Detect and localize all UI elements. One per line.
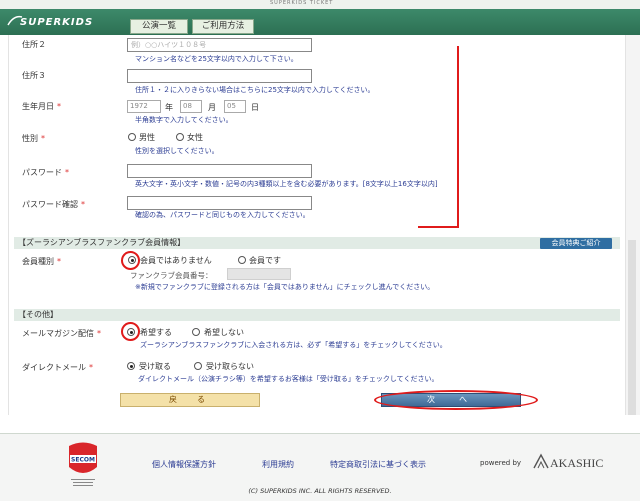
required-mark: * (57, 102, 61, 111)
birth-month-input[interactable]: 08 (180, 100, 202, 113)
address3-label: 住所３ (22, 71, 46, 80)
password-confirm-hint: 確認の為、パスワードと同じものを入力してください。 (135, 211, 310, 219)
magazine-hint: ズーラシアンブラスファンクラブに入会される方は、必ず「希望する」をチェックしてく… (140, 341, 447, 349)
password-label-text: パスワード (22, 168, 62, 177)
member-type-label-text: 会員種別 (22, 257, 54, 266)
required-mark: * (57, 257, 61, 266)
scrollbar-thumb[interactable] (628, 240, 636, 415)
other-section-header: 【その他】 (14, 309, 620, 321)
birthday-label: 生年月日 * (22, 101, 61, 112)
svg-text:SECOM: SECOM (71, 457, 95, 464)
akashic-logo[interactable]: AKASHIC (532, 453, 632, 471)
member-benefit-button[interactable]: 会員特典ご紹介 (540, 238, 612, 249)
member-type-label: 会員種別 * (22, 256, 61, 267)
member-label: 会員です (249, 256, 281, 265)
gender-label: 性別 * (22, 133, 45, 144)
magazine-no-radio[interactable] (192, 328, 200, 336)
annotation-ellipse-next (374, 390, 538, 410)
direct-mail-yes-radio[interactable] (127, 362, 135, 370)
gender-male-label: 男性 (139, 133, 155, 142)
required-mark: * (65, 168, 69, 177)
fanclub-section-header: 【ズーラシアンブラスファンクラブ会員情報】 (14, 237, 620, 249)
magazine-yes-label: 希望する (140, 328, 172, 337)
powered-by-text: powered by (480, 459, 522, 467)
birth-year-unit: 年 (165, 103, 173, 112)
gender-male-radio[interactable] (128, 133, 136, 141)
direct-mail-no-radio[interactable] (194, 362, 202, 370)
birth-month-unit: 月 (208, 103, 216, 112)
fanclub-number-label: ファンクラブ会員番号： (130, 271, 213, 280)
top-strip-text: SUPERKIDS TICKET (270, 0, 334, 6)
required-mark: * (97, 329, 101, 338)
site-header: SUPERKIDS 公演一覧 ご利用方法 (0, 9, 640, 35)
fanclub-number-input[interactable] (227, 268, 291, 280)
svg-text:AKASHIC: AKASHIC (550, 456, 603, 470)
nav-how-to-use[interactable]: ご利用方法 (192, 19, 254, 34)
footer-link-commerce-law[interactable]: 特定商取引法に基づく表示 (330, 459, 426, 470)
address3-hint: 住所１・２に入りきらない場合はこちらに25文字以内で入力してください。 (135, 86, 375, 94)
not-member-label: 会員ではありません (140, 256, 212, 265)
birthday-hint: 半角数字で入力してください。 (135, 116, 233, 124)
direct-mail-hint: ダイレクトメール（公演チラシ等）を希望するお客様は「受け取る」をチェックしてくだ… (138, 375, 439, 383)
birth-day-unit: 日 (251, 103, 259, 112)
magazine-no-label: 希望しない (204, 328, 244, 337)
required-mark: * (89, 363, 93, 372)
annotation-vertical-line (457, 46, 459, 228)
direct-mail-no-label: 受け取らない (206, 362, 254, 371)
top-strip: SUPERKIDS TICKET (0, 0, 640, 9)
footer-link-privacy[interactable]: 個人情報保護方針 (152, 459, 216, 470)
nav-performance-list[interactable]: 公演一覧 (130, 19, 188, 34)
magazine-label: メールマガジン配信 * (22, 328, 101, 339)
password-confirm-label: パスワード確認 * (22, 199, 85, 210)
gender-label-text: 性別 (22, 134, 38, 143)
gender-hint: 性別を選択してください。 (135, 147, 219, 155)
birth-year-input[interactable]: 1972 (127, 100, 161, 113)
copyright: (C) SUPERKIDS INC. ALL RIGHTS RESERVED. (248, 487, 392, 495)
annotation-circle-member (121, 251, 140, 270)
back-button[interactable]: 戻 る (120, 393, 260, 407)
required-mark: * (81, 200, 85, 209)
birthday-label-text: 生年月日 (22, 102, 54, 111)
member-radio[interactable] (238, 256, 246, 264)
magazine-label-text: メールマガジン配信 (22, 329, 94, 338)
direct-mail-label: ダイレクトメール * (22, 362, 93, 373)
address2-input[interactable]: 例）○○ハイツ１０８号 (127, 38, 312, 52)
direct-mail-label-text: ダイレクトメール (22, 363, 86, 372)
direct-mail-yes-label: 受け取る (139, 362, 171, 371)
address2-label: 住所２ (22, 40, 46, 49)
password-hint: 英大文字・英小文字・数値・記号の内3種類以上を含む必要があります。[8文字以上1… (135, 180, 438, 188)
secom-seal-icon[interactable]: SECOM (66, 441, 100, 491)
fanclub-note: ※新規でファンクラブに登録される方は「会員ではありません」にチェックし進んでくだ… (135, 283, 435, 291)
gender-female-label: 女性 (187, 133, 203, 142)
password-input[interactable] (127, 164, 312, 178)
address2-hint: マンション名などを25文字以内で入力して下さい。 (135, 55, 298, 63)
gender-female-radio[interactable] (176, 133, 184, 141)
footer-link-terms[interactable]: 利用規約 (262, 459, 294, 470)
required-mark: * (41, 134, 45, 143)
annotation-circle-magazine (121, 322, 140, 341)
password-confirm-input[interactable] (127, 196, 312, 210)
password-confirm-label-text: パスワード確認 (22, 200, 78, 209)
password-label: パスワード * (22, 167, 69, 178)
birth-day-input[interactable]: 05 (224, 100, 246, 113)
address3-input[interactable] (127, 69, 312, 83)
svg-text:SUPERKIDS: SUPERKIDS (20, 17, 93, 28)
annotation-horizontal-line (418, 226, 459, 228)
site-logo[interactable]: SUPERKIDS (6, 13, 106, 29)
